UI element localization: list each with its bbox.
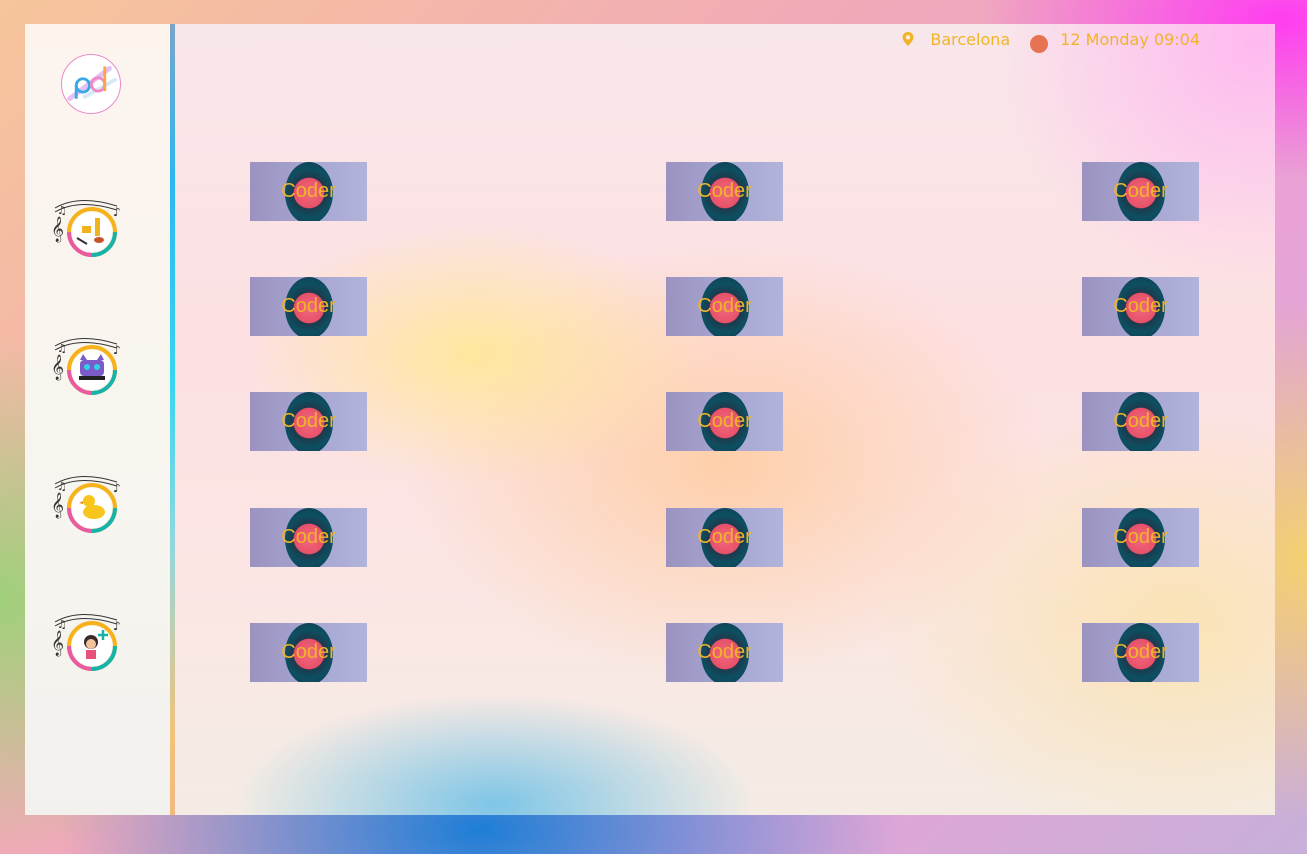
svg-text:𝄞: 𝄞	[51, 630, 64, 656]
add-kid-icon: 𝄞 ♪ ♫	[51, 613, 121, 671]
coder-tile[interactable]: Coder	[250, 392, 367, 451]
datetime-label: 12 Monday 09:04	[1060, 29, 1200, 49]
tile-label: Coder	[1113, 410, 1168, 432]
coder-tile[interactable]: Coder	[666, 623, 783, 682]
tile-label: Coder	[697, 180, 752, 202]
sidebar-item-cat[interactable]: 𝄞 ♪ ♫	[49, 332, 123, 398]
tile-label: Coder	[697, 295, 752, 317]
coder-tile[interactable]: Coder	[666, 277, 783, 336]
coder-tile[interactable]: Coder	[250, 162, 367, 221]
coder-tile[interactable]: Coder	[1082, 277, 1199, 336]
svg-text:♪: ♪	[113, 481, 121, 495]
tile-label: Coder	[1113, 526, 1168, 548]
coder-tile[interactable]: Coder	[1082, 162, 1199, 221]
coder-tile[interactable]: Coder	[1082, 623, 1199, 682]
tile-label: Coder	[1113, 180, 1168, 202]
svg-text:𝄞: 𝄞	[51, 216, 64, 242]
svg-text:♪: ♪	[113, 205, 121, 219]
svg-text:𝄞: 𝄞	[51, 492, 64, 518]
tile-label: Coder	[697, 526, 752, 548]
tile-label: Coder	[697, 641, 752, 663]
cat-icon: 𝄞 ♪ ♫	[51, 337, 121, 395]
svg-text:♪: ♪	[113, 619, 121, 633]
status-dot	[1030, 35, 1049, 53]
sidebar-item-instruments[interactable]: 𝄞 ♪ ♫	[49, 194, 123, 260]
app-window: 𝄞 ♪ ♫ 𝄞 ♪ ♫ 𝄞 ♪ ♫ 𝄞 ♪ ♫ Barcelona 12 Mon…	[25, 24, 1275, 815]
sidebar-item-duck[interactable]: 𝄞 ♪ ♫	[49, 470, 123, 536]
svg-text:♫: ♫	[57, 618, 67, 631]
location-label: Barcelona	[930, 29, 1011, 49]
svg-text:♫: ♫	[57, 342, 67, 355]
tile-label: Coder	[281, 295, 336, 317]
svg-text:♫: ♫	[57, 204, 67, 217]
tile-label: Coder	[1113, 641, 1168, 663]
tile-label: Coder	[1113, 295, 1168, 317]
sidebar-item-add-kid[interactable]: 𝄞 ♪ ♫	[49, 608, 123, 674]
location-pin-icon	[902, 32, 914, 46]
svg-text:♪: ♪	[113, 343, 121, 357]
coder-tile[interactable]: Coder	[1082, 508, 1199, 567]
tile-label: Coder	[281, 526, 336, 548]
coder-tile[interactable]: Coder	[666, 508, 783, 567]
status-bar: Barcelona 12 Monday 09:04	[900, 27, 1200, 53]
tile-label: Coder	[281, 180, 336, 202]
coder-tile[interactable]: Coder	[666, 392, 783, 451]
svg-text:♫: ♫	[57, 480, 67, 493]
coder-tile[interactable]: Coder	[1082, 392, 1199, 451]
svg-text:𝄞: 𝄞	[51, 354, 64, 380]
coder-tile[interactable]: Coder	[666, 162, 783, 221]
tile-label: Coder	[281, 641, 336, 663]
sidebar-divider	[170, 24, 175, 815]
sidebar: 𝄞 ♪ ♫ 𝄞 ♪ ♫ 𝄞 ♪ ♫ 𝄞 ♪ ♫	[25, 24, 170, 815]
coder-tile[interactable]: Coder	[250, 508, 367, 567]
tile-label: Coder	[697, 410, 752, 432]
music-instruments-icon: 𝄞 ♪ ♫	[51, 199, 121, 257]
coder-tile[interactable]: Coder	[250, 277, 367, 336]
tile-label: Coder	[281, 410, 336, 432]
coder-tile[interactable]: Coder	[250, 623, 367, 682]
app-logo[interactable]	[61, 54, 121, 114]
rubber-duck-icon: 𝄞 ♪ ♫	[51, 475, 121, 533]
